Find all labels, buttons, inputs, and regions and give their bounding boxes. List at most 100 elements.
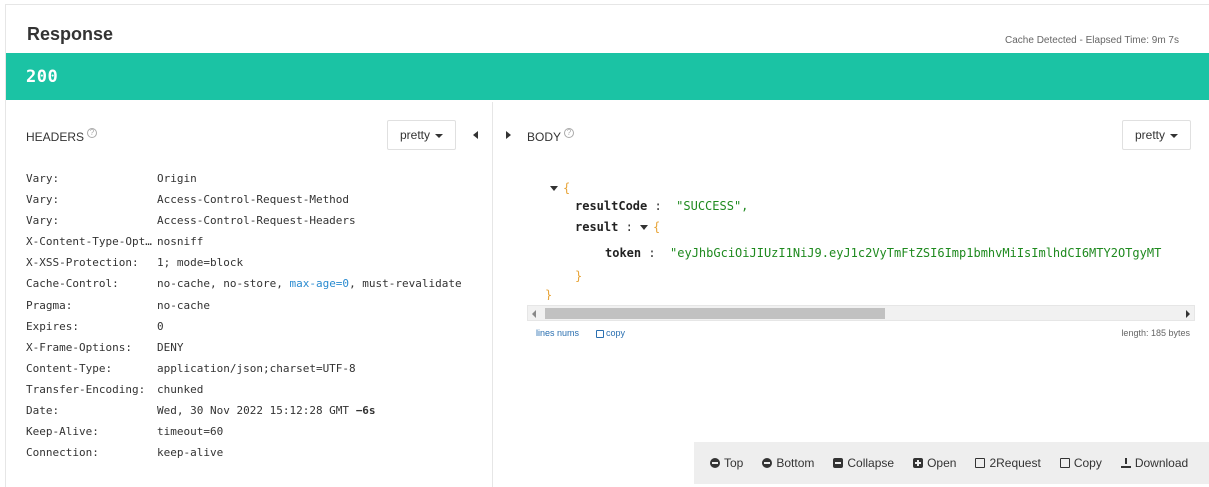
headers-format-label: pretty xyxy=(400,128,431,142)
json-line: token : "eyJhbGciOiJIUzI1NiJ9.eyJ1c2VyTm… xyxy=(605,244,1161,262)
pane-divider[interactable] xyxy=(492,102,493,487)
json-brace: } xyxy=(545,288,553,300)
header-row: Keep-Alive: timeout=60 xyxy=(26,421,466,442)
headers-label: HEADERS xyxy=(26,130,85,144)
minus-square-icon xyxy=(833,458,844,468)
bottom-button[interactable]: Bottom xyxy=(762,456,814,470)
header-key: X-Content-Type-Opt… xyxy=(26,235,152,248)
caret-down-icon xyxy=(435,133,444,138)
header-key: Transfer-Encoding: xyxy=(26,383,146,396)
header-value: Access-Control-Request-Headers xyxy=(157,214,356,227)
header-row: Cache-Control: no-cache, no-store, max-ag… xyxy=(26,273,466,295)
collapse-right-icon[interactable] xyxy=(506,131,511,139)
header-value: DENY xyxy=(157,341,184,354)
body-format-dropdown[interactable]: pretty xyxy=(1122,120,1192,150)
plus-square-icon xyxy=(913,458,924,468)
horizontal-scrollbar[interactable] xyxy=(527,305,1195,321)
header-value: keep-alive xyxy=(157,446,224,459)
collapse-label: Collapse xyxy=(847,456,895,470)
lines-nums-link[interactable]: lines nums xyxy=(536,328,579,338)
body-label: BODY xyxy=(527,130,562,144)
json-line: } xyxy=(575,267,582,285)
help-icon[interactable]: ? xyxy=(564,128,575,138)
cache-elapsed-time: Cache Detected - Elapsed Time: 9m 7s xyxy=(1005,35,1179,46)
download-button[interactable]: Download xyxy=(1120,456,1188,470)
header-value-part: , must-revalidate xyxy=(349,277,462,290)
status-code: 200 xyxy=(26,67,59,87)
header-key: Vary: xyxy=(26,214,60,227)
header-key: Connection: xyxy=(26,446,99,459)
header-key: Content-Type: xyxy=(26,362,113,375)
top-button[interactable]: Top xyxy=(710,456,743,470)
header-value: Wed, 30 Nov 2022 15:12:28 GMT −6s xyxy=(157,400,466,421)
json-brace: { xyxy=(653,220,661,234)
collapse-button[interactable]: Collapse xyxy=(833,456,894,470)
json-key: token xyxy=(605,246,642,260)
header-key: Vary: xyxy=(26,193,60,206)
header-key: X-XSS-Protection: xyxy=(26,256,139,269)
header-row: Pragma: no-cache xyxy=(26,295,466,316)
json-string: "eyJhbGciOiJIUzI1NiJ9.eyJ1c2VyTmFtZSI6Im… xyxy=(670,246,1162,260)
status-bar: 200 xyxy=(6,53,1209,100)
header-value: no-cache, no-store, max-age=0, must-reva… xyxy=(157,273,466,295)
header-key: Vary: xyxy=(26,172,60,185)
json-string: "SUCCESS", xyxy=(676,199,749,213)
scroll-left-icon[interactable] xyxy=(532,310,536,318)
header-value-part: Wed, 30 Nov 2022 15:12:28 GMT xyxy=(157,404,356,417)
json-line: } xyxy=(545,286,552,300)
header-value: chunked xyxy=(157,383,204,396)
caret-down-icon xyxy=(1170,133,1179,138)
to-request-button[interactable]: 2Request xyxy=(975,456,1041,470)
header-key: Cache-Control: xyxy=(26,277,119,290)
header-value: timeout=60 xyxy=(157,425,224,438)
headers-title: HEADERS? xyxy=(26,128,98,144)
response-toolbar: Top Bottom Collapse Open 2Request Copy D… xyxy=(694,442,1209,484)
download-icon xyxy=(1120,458,1131,468)
collapse-toggle-icon[interactable] xyxy=(640,225,649,230)
scrollbar-thumb[interactable] xyxy=(545,308,885,319)
header-row: Vary: Access-Control-Request-Method xyxy=(26,189,466,210)
header-row: Date: Wed, 30 Nov 2022 15:12:28 GMT −6s xyxy=(26,400,466,421)
collapse-toggle-icon[interactable] xyxy=(550,186,558,191)
copy-link[interactable]: copy xyxy=(596,328,625,338)
header-value: no-cache xyxy=(157,299,210,312)
json-brace: { xyxy=(563,181,571,195)
json-line: resultCode : "SUCCESS", xyxy=(575,197,748,215)
header-row: Vary: Origin xyxy=(26,168,466,189)
header-row: Vary: Access-Control-Request-Headers xyxy=(26,210,466,231)
header-value: 0 xyxy=(157,320,164,333)
open-button[interactable]: Open xyxy=(913,456,956,470)
arrow-down-circle-icon xyxy=(762,458,773,468)
json-colon: : xyxy=(641,246,671,260)
max-age-link[interactable]: max-age=0 xyxy=(289,277,349,290)
header-value: Origin xyxy=(157,172,197,185)
json-colon: : xyxy=(647,199,677,213)
response-title: Response xyxy=(27,24,114,44)
header-row: X-XSS-Protection: 1; mode=block xyxy=(26,252,466,273)
to-request-label: 2Request xyxy=(989,456,1041,470)
json-viewer: { resultCode : "SUCCESS", result : { tok… xyxy=(536,175,1196,300)
body-length: length: 185 bytes xyxy=(1121,328,1190,338)
json-line: { xyxy=(550,179,570,197)
header-row: Transfer-Encoding: chunked xyxy=(26,379,466,400)
copy-button-label: Copy xyxy=(1073,456,1102,470)
bottom-label: Bottom xyxy=(776,456,815,470)
header-row: Connection: keep-alive xyxy=(26,442,466,463)
header-key: Date: xyxy=(26,404,60,417)
header-key: Expires: xyxy=(26,320,79,333)
json-line: result : { xyxy=(575,218,660,236)
header-key: X-Frame-Options: xyxy=(26,341,132,354)
body-title: BODY? xyxy=(527,128,575,144)
header-value-part: no-cache, no-store, xyxy=(157,277,290,290)
scroll-right-icon[interactable] xyxy=(1186,310,1190,318)
copy-button[interactable]: Copy xyxy=(1059,456,1102,470)
collapse-left-icon[interactable] xyxy=(473,131,478,139)
response-panel: Response Cache Detected - Elapsed Time: … xyxy=(5,4,1209,487)
json-key: resultCode xyxy=(575,199,648,213)
headers-list: Vary: Origin Vary: Access-Control-Request-… xyxy=(26,168,466,463)
copy-icon xyxy=(1059,458,1070,468)
json-key: result xyxy=(575,220,619,234)
help-icon[interactable]: ? xyxy=(87,128,98,138)
header-value: nosniff xyxy=(157,235,204,248)
headers-format-dropdown[interactable]: pretty xyxy=(387,120,457,150)
